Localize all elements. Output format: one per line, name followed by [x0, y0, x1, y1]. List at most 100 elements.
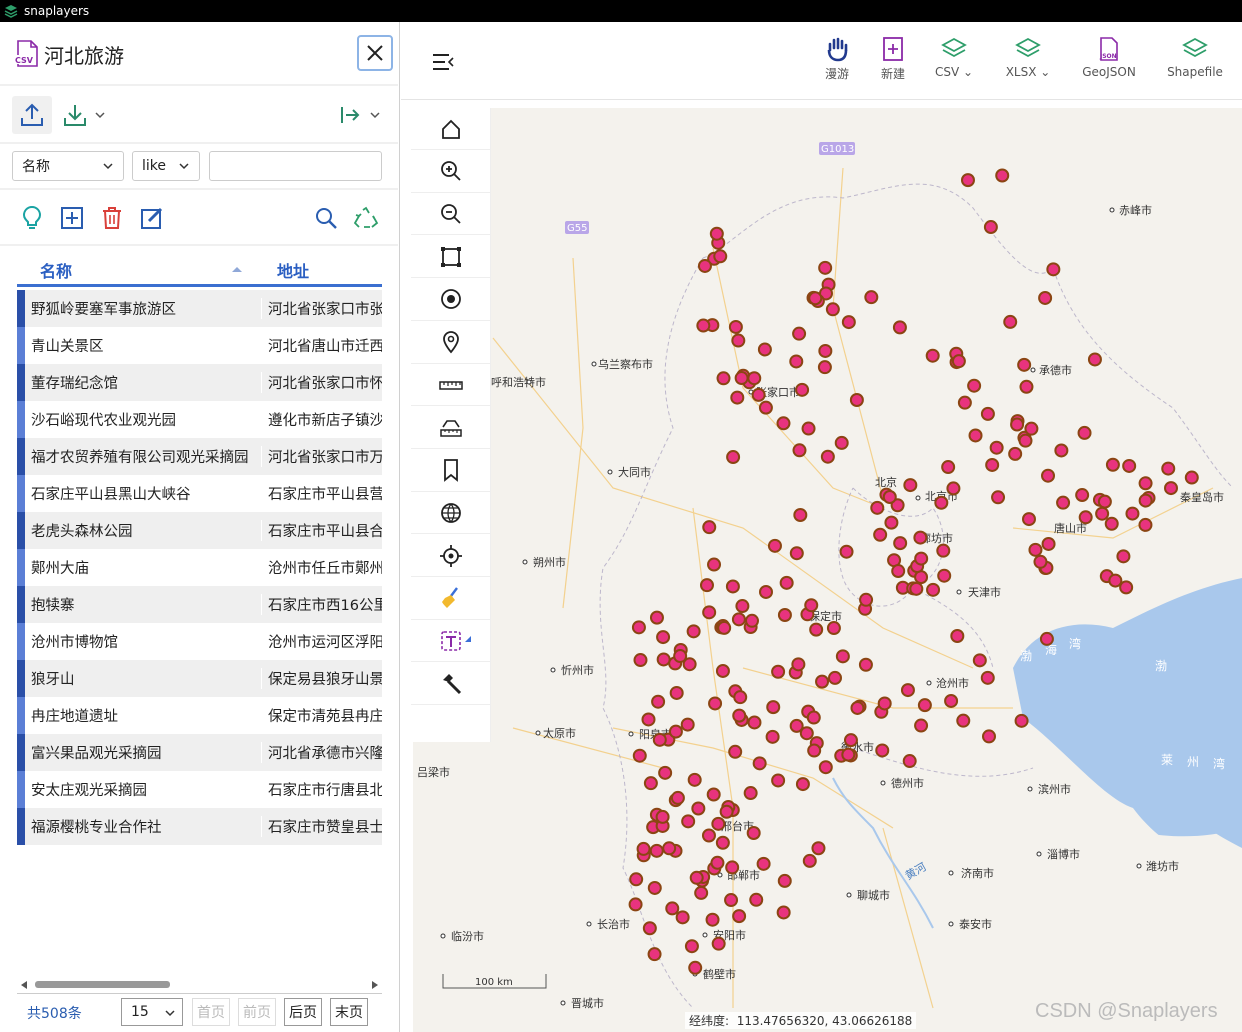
poi-marker[interactable]: [849, 392, 864, 407]
poi-marker[interactable]: [818, 260, 833, 275]
poi-marker[interactable]: [795, 382, 810, 397]
poi-marker[interactable]: [715, 835, 730, 850]
poi-marker[interactable]: [777, 608, 792, 623]
poi-marker[interactable]: [749, 892, 764, 907]
poi-marker[interactable]: [841, 747, 856, 762]
poi-marker[interactable]: [1116, 549, 1131, 564]
poi-marker[interactable]: [730, 390, 745, 405]
poi-marker[interactable]: [792, 326, 807, 341]
poi-marker[interactable]: [680, 717, 695, 732]
filter-value-input[interactable]: [209, 151, 382, 181]
poi-marker[interactable]: [1054, 443, 1069, 458]
poi-marker[interactable]: [968, 428, 983, 443]
poi-marker[interactable]: [1041, 536, 1056, 551]
panel-collapse-button[interactable]: [334, 96, 386, 134]
poi-marker[interactable]: [747, 371, 762, 386]
poi-marker[interactable]: [995, 168, 1010, 183]
poi-marker[interactable]: [771, 773, 786, 788]
poi-marker[interactable]: [1104, 516, 1119, 531]
poi-marker[interactable]: [746, 825, 761, 840]
poi-marker[interactable]: [1028, 542, 1043, 557]
poi-marker[interactable]: [686, 624, 701, 639]
poi-marker[interactable]: [859, 592, 874, 607]
poi-marker[interactable]: [647, 880, 662, 895]
poi-marker[interactable]: [807, 743, 822, 758]
poi-marker[interactable]: [1010, 417, 1025, 432]
poi-marker[interactable]: [917, 698, 932, 713]
zoom-in-button[interactable]: [411, 151, 491, 193]
poi-marker[interactable]: [732, 909, 747, 924]
poi-marker[interactable]: [652, 732, 667, 747]
poi-marker[interactable]: [891, 564, 906, 579]
last-page-button[interactable]: 末页: [330, 998, 368, 1026]
poi-marker[interactable]: [882, 489, 897, 504]
close-button[interactable]: [357, 35, 393, 71]
poi-marker[interactable]: [914, 718, 929, 733]
full-extent-button[interactable]: [411, 236, 491, 279]
poi-marker[interactable]: [656, 652, 671, 667]
poi-marker[interactable]: [710, 855, 725, 870]
poi-marker[interactable]: [914, 551, 929, 566]
tools-button[interactable]: [411, 663, 491, 706]
locate-button[interactable]: [411, 279, 491, 321]
poi-marker[interactable]: [715, 663, 730, 678]
poi-marker[interactable]: [1014, 713, 1029, 728]
poi-marker[interactable]: [665, 901, 680, 916]
table-row[interactable]: 狼牙山 保定易县狼牙山景: [17, 660, 382, 697]
poi-marker[interactable]: [751, 387, 766, 402]
poi-marker[interactable]: [941, 460, 956, 475]
poi-marker[interactable]: [1108, 573, 1123, 588]
poi-marker[interactable]: [656, 630, 671, 645]
poi-marker[interactable]: [752, 756, 767, 771]
poi-marker[interactable]: [767, 538, 782, 553]
poi-marker[interactable]: [765, 729, 780, 744]
poi-marker[interactable]: [804, 598, 819, 613]
marker-button[interactable]: [411, 322, 491, 364]
poi-marker[interactable]: [684, 939, 699, 954]
poi-marker[interactable]: [1078, 510, 1093, 525]
poi-marker[interactable]: [702, 520, 717, 535]
poi-marker[interactable]: [985, 457, 1000, 472]
poi-marker[interactable]: [980, 406, 995, 421]
poi-marker[interactable]: [647, 947, 662, 962]
poi-marker[interactable]: [909, 581, 924, 596]
poi-marker[interactable]: [697, 258, 712, 273]
poi-marker[interactable]: [858, 657, 873, 672]
poi-marker[interactable]: [668, 724, 683, 739]
poi-marker[interactable]: [725, 579, 740, 594]
measure-button[interactable]: [411, 364, 491, 407]
poi-marker[interactable]: [1003, 314, 1018, 329]
poi-marker[interactable]: [811, 841, 826, 856]
poi-marker[interactable]: [870, 500, 885, 515]
edit-button[interactable]: [138, 204, 166, 232]
poi-marker[interactable]: [776, 905, 791, 920]
page-size-select[interactable]: 15: [121, 998, 183, 1026]
poi-marker[interactable]: [1163, 481, 1178, 496]
poi-marker[interactable]: [789, 718, 804, 733]
poi-marker[interactable]: [689, 870, 704, 885]
operator-select[interactable]: like: [132, 151, 200, 181]
poi-marker[interactable]: [839, 544, 854, 559]
poi-marker[interactable]: [726, 450, 741, 465]
poi-marker[interactable]: [892, 320, 907, 335]
poi-marker[interactable]: [633, 653, 648, 668]
poi-marker[interactable]: [937, 568, 952, 583]
poi-marker[interactable]: [795, 777, 810, 792]
poi-marker[interactable]: [1105, 457, 1120, 472]
poi-marker[interactable]: [731, 612, 746, 627]
poi-marker[interactable]: [1087, 352, 1102, 367]
poi-marker[interactable]: [1184, 470, 1199, 485]
poi-marker[interactable]: [944, 693, 959, 708]
poi-marker[interactable]: [818, 343, 833, 358]
poi-marker[interactable]: [980, 670, 995, 685]
poi-marker[interactable]: [662, 841, 677, 856]
poi-marker[interactable]: [1038, 290, 1053, 305]
poi-marker[interactable]: [632, 748, 647, 763]
poi-marker[interactable]: [731, 333, 746, 348]
xlsx-button[interactable]: XLSX ⌄: [1003, 36, 1053, 79]
scrollbar-thumb[interactable]: [35, 981, 170, 988]
poi-marker[interactable]: [699, 578, 714, 593]
poi-marker[interactable]: [758, 400, 773, 415]
poi-marker[interactable]: [792, 443, 807, 458]
poi-marker[interactable]: [808, 291, 823, 306]
